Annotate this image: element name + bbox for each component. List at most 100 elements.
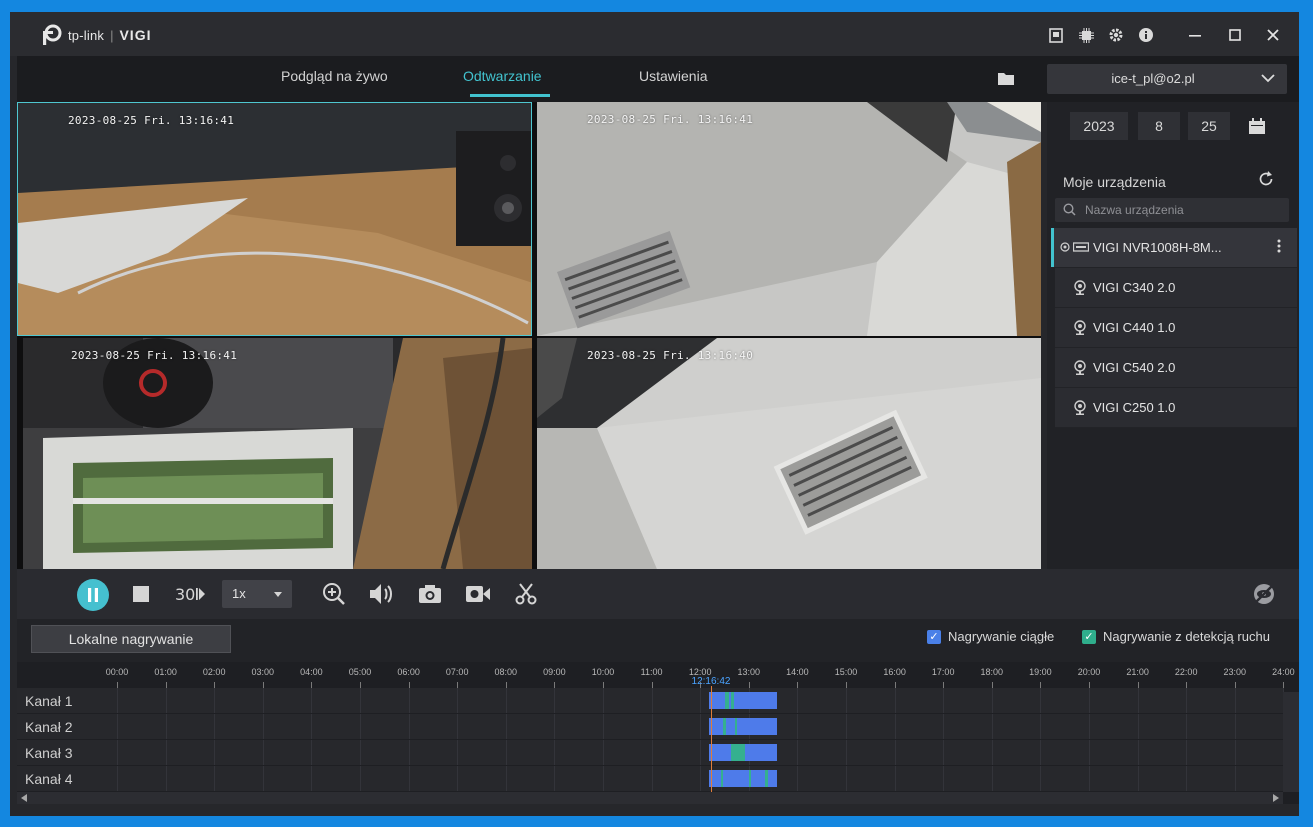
channel-track[interactable]: Kanał 2 — [17, 714, 1285, 739]
grid-line — [1234, 714, 1236, 739]
grid-line — [311, 714, 313, 739]
local-recording-button[interactable]: Lokalne nagrywanie — [31, 625, 231, 653]
hour-label: 06:00 — [397, 667, 420, 677]
grid-line — [991, 766, 993, 791]
grid-line — [1089, 688, 1090, 713]
device-row-nvr[interactable]: VIGI NVR1008H-8M... — [1051, 228, 1297, 268]
hour-label: 11:00 — [640, 667, 663, 677]
recording-segment[interactable] — [709, 718, 777, 735]
channel-label: Kanał 3 — [25, 745, 73, 761]
grid-line — [505, 766, 507, 791]
grid-line — [797, 688, 799, 713]
tab-live-view[interactable]: Podgląd na żywo — [281, 68, 388, 84]
chip-icon[interactable] — [1077, 26, 1095, 44]
camera-tile-1[interactable]: 2023-08-25 Fri. 13:16:41 — [17, 102, 532, 336]
tab-playback[interactable]: Odtwarzanie — [463, 68, 542, 84]
hour-label: 00:00 — [105, 667, 129, 677]
product-name: VIGI — [119, 27, 152, 43]
minimize-icon[interactable] — [1186, 26, 1204, 44]
expand-icon[interactable] — [1060, 242, 1070, 252]
grid-line — [943, 688, 945, 713]
recording-segment[interactable] — [709, 744, 777, 761]
volume-icon[interactable] — [368, 580, 396, 608]
grid-line — [457, 740, 459, 765]
device-row-camera[interactable]: VIGI C540 2.0 — [1055, 348, 1297, 388]
grid-line — [554, 688, 556, 713]
speed-select[interactable]: 1x — [222, 580, 292, 608]
grid-line — [262, 714, 264, 739]
device-row-camera[interactable]: VIGI C440 1.0 — [1055, 308, 1297, 348]
speed-value: 1x — [232, 586, 246, 601]
device-label: VIGI C540 2.0 — [1093, 360, 1176, 375]
camera-icon — [1074, 280, 1086, 295]
active-tab-indicator — [470, 94, 550, 97]
horizontal-scrollbar[interactable] — [17, 792, 1283, 804]
grid-line — [991, 740, 993, 765]
account-dropdown[interactable]: ice-t_pl@o2.pl — [1047, 64, 1287, 94]
scroll-right-icon[interactable] — [1273, 794, 1279, 802]
caret-down-icon — [274, 592, 282, 597]
calendar-icon[interactable] — [1248, 117, 1266, 135]
camera-tile-3[interactable]: 2023-08-25 Fri. 13:16:41 — [23, 338, 532, 569]
vertical-scrollbar[interactable] — [1283, 692, 1299, 792]
grid-line — [797, 766, 799, 791]
hour-label: 01:00 — [154, 667, 177, 677]
day-field[interactable]: 25 — [1188, 112, 1230, 140]
continuous-recording-checkbox[interactable]: ✓ Nagrywanie ciągłe — [927, 629, 1054, 644]
record-video-icon[interactable] — [464, 580, 492, 608]
channel-track[interactable]: Kanał 4 — [17, 766, 1285, 791]
folder-icon[interactable] — [997, 69, 1015, 87]
device-search-input[interactable]: Nazwa urządzenia — [1055, 198, 1289, 222]
grid-line — [846, 688, 847, 713]
year-field[interactable]: 2023 — [1070, 112, 1128, 140]
grid-line — [1186, 766, 1188, 791]
recording-segment[interactable] — [709, 770, 777, 787]
grid-line — [311, 766, 313, 791]
grid-line — [700, 688, 702, 713]
grid-line — [505, 688, 507, 713]
tab-settings[interactable]: Ustawienia — [639, 68, 707, 84]
device-label: VIGI C250 1.0 — [1093, 400, 1176, 415]
grid-line — [360, 688, 361, 713]
device-sidebar: 2023 8 25 Moje urządzenia Nazwa urządzen… — [1047, 102, 1299, 569]
scroll-left-icon[interactable] — [21, 794, 27, 802]
channel-track[interactable]: Kanał 3 — [17, 740, 1285, 765]
my-devices-title: Moje urządzenia — [1063, 174, 1166, 190]
zoom-in-icon[interactable] — [320, 580, 348, 608]
grid-line — [360, 766, 361, 791]
camera-tile-2[interactable]: 2023-08-25 Fri. 13:16:41 — [537, 102, 1041, 336]
grid-line — [262, 688, 264, 713]
grid-line — [214, 688, 216, 713]
channel-track[interactable]: Kanał 1 — [17, 688, 1285, 713]
grid-line — [165, 766, 167, 791]
pause-icon[interactable] — [77, 579, 109, 611]
recording-segment[interactable] — [709, 692, 777, 709]
storage-icon[interactable] — [1047, 26, 1065, 44]
month-field[interactable]: 8 — [1138, 112, 1180, 140]
grid-line — [1040, 714, 1042, 739]
camera-tile-4[interactable]: 2023-08-25 Fri. 13:16:40 — [537, 338, 1041, 569]
grid-line — [311, 740, 313, 765]
search-placeholder: Nazwa urządzenia — [1085, 203, 1184, 217]
grid-line — [165, 688, 167, 713]
stop-icon[interactable] — [127, 580, 155, 608]
playhead-line[interactable] — [711, 686, 712, 796]
device-row-camera[interactable]: VIGI C250 1.0 — [1055, 388, 1297, 428]
more-options-icon[interactable] — [1277, 239, 1281, 253]
refresh-icon[interactable] — [1257, 170, 1275, 188]
grid-line — [554, 766, 556, 791]
hour-label: 16:00 — [883, 667, 906, 677]
device-row-camera[interactable]: VIGI C340 2.0 — [1055, 268, 1297, 308]
clip-scissors-icon[interactable] — [512, 580, 540, 608]
camera-icon — [1074, 320, 1086, 335]
settings-gear-icon[interactable] — [1107, 26, 1125, 44]
close-icon[interactable] — [1264, 26, 1282, 44]
hide-eye-icon[interactable] — [1250, 580, 1278, 608]
timeline[interactable]: 00:00 01:00 02:00 03:00 04:00 05:00 06:00 07:00… — [17, 662, 1299, 804]
snapshot-icon[interactable] — [416, 580, 444, 608]
frame-step-icon[interactable]: 30 — [173, 580, 207, 608]
grid-line — [797, 740, 799, 765]
info-icon[interactable] — [1137, 26, 1155, 44]
maximize-icon[interactable] — [1226, 26, 1244, 44]
motion-recording-checkbox[interactable]: ✓ Nagrywanie z detekcją ruchu — [1082, 629, 1270, 644]
